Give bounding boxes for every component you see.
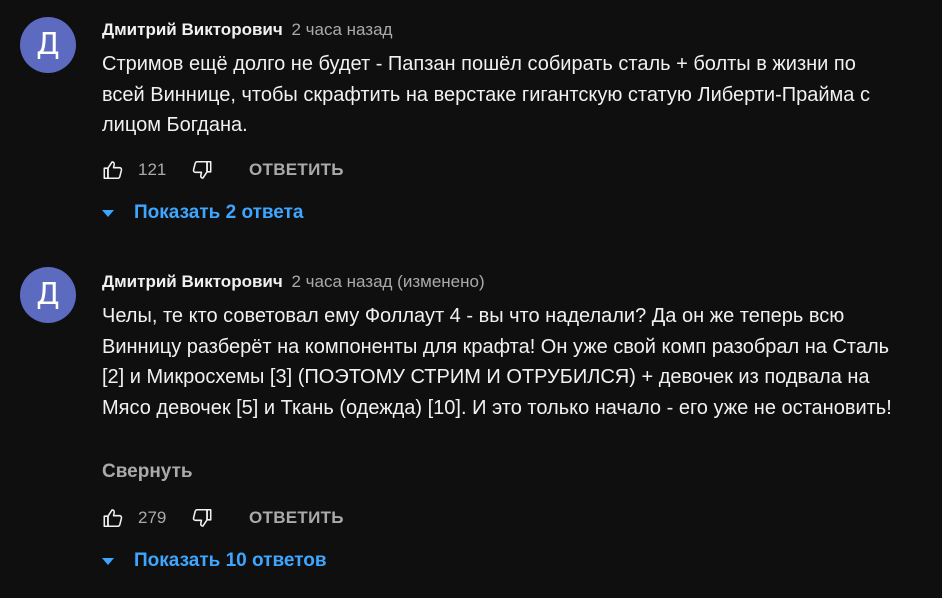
avatar[interactable]: Д: [20, 267, 76, 323]
avatar[interactable]: Д: [20, 17, 76, 73]
thumbs-down-icon[interactable]: [191, 159, 213, 181]
collapse-button[interactable]: Свернуть: [102, 461, 193, 483]
like-count: 121: [138, 160, 167, 179]
caret-down-icon: [102, 557, 114, 565]
caret-down-icon: [102, 209, 114, 217]
comment-actions: 121 ОТВЕТИТЬ: [102, 158, 344, 182]
thumbs-up-icon[interactable]: [102, 159, 124, 181]
thumbs-up-icon[interactable]: [102, 507, 124, 529]
author-name[interactable]: Дмитрий Викторович: [102, 20, 283, 39]
comment-actions: 279 ОТВЕТИТЬ: [102, 506, 344, 530]
show-replies-label: Показать 2 ответа: [134, 202, 304, 223]
reply-button[interactable]: ОТВЕТИТЬ: [249, 160, 344, 180]
comment-text: Челы, те кто советовал ему Фоллаут 4 - в…: [102, 305, 892, 419]
reply-button[interactable]: ОТВЕТИТЬ: [249, 508, 344, 528]
timestamp[interactable]: 2 часа назад: [291, 20, 392, 39]
show-replies-label: Показать 10 ответов: [134, 550, 327, 571]
show-replies-button[interactable]: Показать 10 ответов: [102, 550, 327, 572]
like-count: 279: [138, 508, 167, 527]
author-name[interactable]: Дмитрий Викторович: [102, 272, 283, 291]
comment-text: Стримов ещё долго не будет - Папзан пошё…: [102, 53, 870, 136]
comment-header: Дмитрий Викторович 2 часа назад (изменен…: [102, 272, 485, 292]
thumbs-down-icon[interactable]: [191, 507, 213, 529]
comment-header: Дмитрий Викторович 2 часа назад: [102, 20, 392, 40]
timestamp[interactable]: 2 часа назад (изменено): [291, 272, 484, 291]
show-replies-button[interactable]: Показать 2 ответа: [102, 202, 304, 224]
